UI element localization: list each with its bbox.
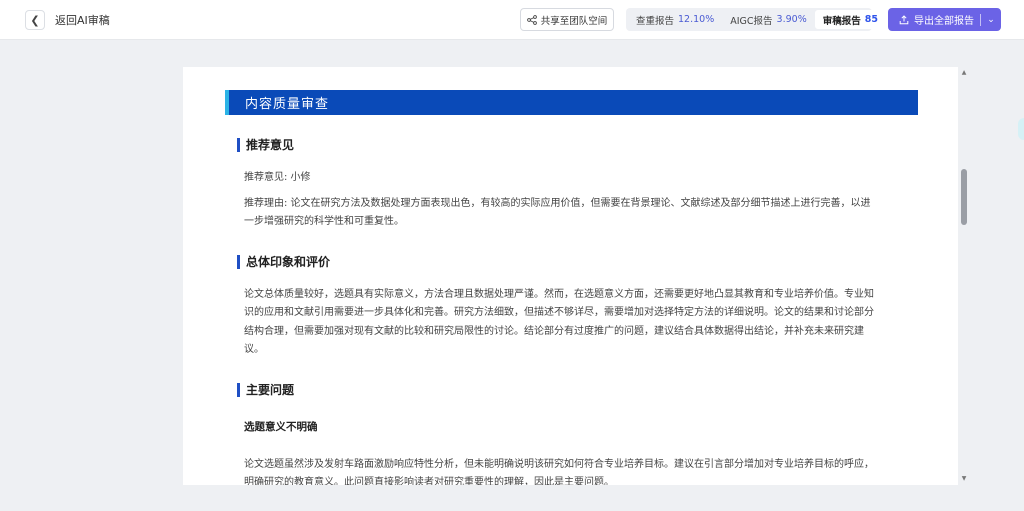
- tab-value: 12.10%: [678, 14, 715, 25]
- chevron-left-icon: ❮: [30, 13, 40, 27]
- issue-line: 明确研究的教育意义。此问题直接影响读者对研究重要性的理解，因此是主要问题。: [244, 477, 614, 485]
- tab-label: AIGC报告: [730, 15, 773, 27]
- overall-line: 结构合理，但需要加强对现有文献的比较和研究局限性的讨论。结论部分有过度推广的问题…: [244, 326, 864, 337]
- upload-icon: [899, 14, 909, 24]
- side-float-handle[interactable]: [1018, 118, 1024, 140]
- export-all-button[interactable]: 导出全部报告 ⌄: [888, 8, 1001, 31]
- issue-subheading: 选题意义不明确: [244, 421, 318, 433]
- export-main[interactable]: 导出全部报告: [888, 12, 980, 27]
- back-label[interactable]: 返回AI审稿: [55, 12, 110, 28]
- tab-label: 查重报告: [636, 15, 675, 27]
- heading-recommendation: 推荐意见: [237, 138, 294, 152]
- tab-value: 85: [864, 14, 878, 25]
- issue-line: 论文选题虽然涉及发射车路面激励响应特性分析，但未能明确说明该研究如何符合专业培养…: [244, 459, 874, 470]
- overall-line: 论文总体质量较好，选题具有实际意义，方法合理且数据处理严谨。然而，在选题意义方面…: [244, 289, 874, 300]
- recommend-opinion: 推荐意见: 小修: [244, 172, 311, 183]
- tab-plagiarism-report[interactable]: 查重报告 12.10%: [628, 10, 722, 29]
- scroll-thumb[interactable]: [961, 169, 967, 225]
- heading-overall: 总体印象和评价: [237, 255, 330, 269]
- top-bar: ❮ 返回AI审稿 共享至团队空间 查重报告 12.10% AIGC报告 3.90…: [0, 0, 1024, 40]
- report-document: 内容质量审查 推荐意见 推荐意见: 小修 推荐理由: 论文在研究方法及数据处理方…: [183, 67, 958, 485]
- tab-label: 审稿报告: [822, 15, 861, 27]
- report-tabs: 查重报告 12.10% AIGC报告 3.90% 审稿报告 85: [626, 8, 886, 31]
- recommend-reason-line: 推荐理由: 论文在研究方法及数据处理方面表现出色，有较高的实际应用价值，但需要在…: [244, 198, 871, 209]
- scroll-down-arrow-icon[interactable]: ▼: [960, 475, 968, 483]
- scroll-up-arrow-icon[interactable]: ▲: [960, 69, 968, 77]
- overall-line: 识的应用和文献引用需要进一步具体化和完善。研究方法细致，但描述不够详尽，需要增加…: [244, 307, 874, 318]
- chevron-down-icon[interactable]: ⌄: [981, 15, 1001, 25]
- recommend-reason-line: 一步增强研究的科学性和可重复性。: [244, 216, 404, 227]
- section-banner: 内容质量审查: [225, 90, 918, 115]
- export-label: 导出全部报告: [914, 16, 974, 27]
- tab-aigc-report[interactable]: AIGC报告 3.90%: [722, 10, 814, 29]
- tab-value: 3.90%: [776, 14, 807, 25]
- heading-main-issues: 主要问题: [237, 383, 294, 397]
- share-label: 共享至团队空间: [540, 15, 608, 27]
- scrollbar[interactable]: ▲ ▼: [958, 67, 970, 485]
- share-icon: [526, 14, 537, 25]
- back-button[interactable]: ❮: [25, 10, 45, 30]
- tab-review-report[interactable]: 审稿报告 85: [814, 10, 886, 29]
- share-team-button[interactable]: 共享至团队空间: [520, 8, 614, 31]
- overall-line: 议。: [244, 344, 264, 355]
